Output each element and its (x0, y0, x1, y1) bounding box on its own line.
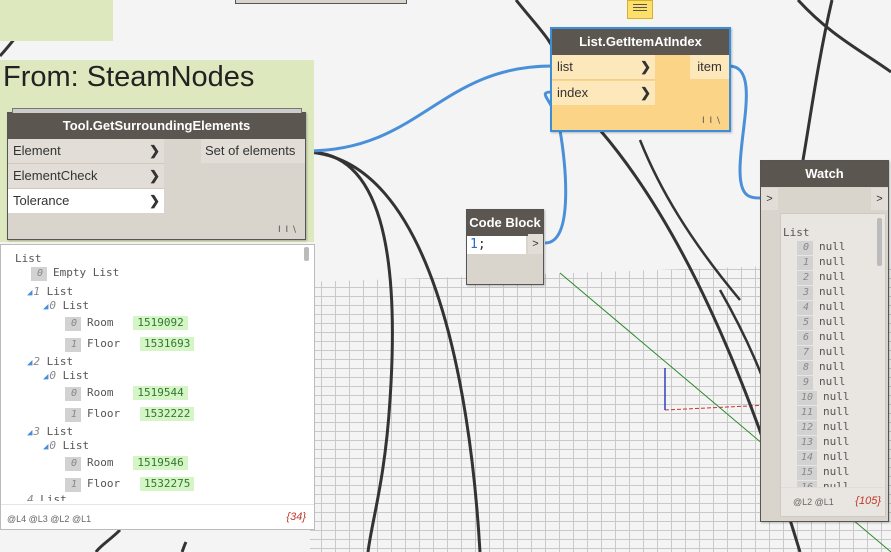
list-item: 1 Floor 1532275 (65, 477, 195, 492)
wire-dark (94, 528, 122, 552)
list-item[interactable]: 4 List (27, 493, 67, 501)
list-levels[interactable]: @L2 @L1 (793, 497, 834, 507)
preview-root-label: List (15, 252, 42, 265)
note-icon[interactable] (627, 0, 653, 19)
list-item: 0 Room 1519544 (65, 386, 188, 401)
list-item: 0 Room 1519546 (65, 456, 188, 471)
chevron-right-icon: ❯ (149, 143, 160, 158)
list-item[interactable]: ◢0 List (43, 439, 89, 453)
wire-dark (180, 541, 188, 552)
list-item: 13 null (797, 435, 850, 450)
preview-bubble-surrounding[interactable]: List 0 Empty List ◢1 List ◢0 List 0 Room 1… (0, 244, 315, 530)
chevron-right-icon: ❯ (149, 193, 160, 208)
list-item: 1 Floor 1531693 (65, 337, 195, 352)
input-port-elementcheck[interactable]: ElementCheck ❯ (8, 164, 164, 189)
expand-triangle-icon: ◢ (27, 358, 33, 368)
item-count: {105} (855, 495, 881, 507)
list-item: 0 Empty List (31, 266, 119, 281)
list-item: 6 null (797, 330, 846, 345)
node-title: Code Block (467, 210, 543, 236)
node-fragment-top (235, 0, 407, 4)
node-title: List.GetItemAtIndex (552, 29, 729, 55)
watch-preview[interactable]: List 0 null 1 null 2 null 3 null 4 null 5 null 6 null… (780, 213, 886, 517)
list-item: 7 null (797, 345, 846, 360)
expand-triangle-icon: ◢ (43, 302, 49, 312)
list-item: 15 null (797, 465, 850, 480)
input-port-list[interactable]: list ❯ (552, 55, 655, 80)
list-item: 5 null (797, 315, 846, 330)
group-background-top (0, 0, 113, 41)
list-item: 0 null (797, 240, 846, 255)
node-title: Tool.GetSurroundingElements (8, 113, 305, 139)
list-item: 2 null (797, 270, 846, 285)
wire-dark (801, 0, 834, 161)
chevron-right-icon: ❯ (640, 59, 651, 74)
node-stack-edge (12, 108, 302, 113)
list-item: 10 null (797, 390, 850, 405)
list-item[interactable]: ◢0 List (43, 299, 89, 313)
input-port-index[interactable]: index ❯ (552, 81, 655, 105)
list-item: 8 null (797, 360, 846, 375)
expand-triangle-icon: ◢ (27, 288, 33, 298)
input-port-watch[interactable]: > (761, 188, 778, 210)
input-port-tolerance[interactable]: Tolerance ❯ (8, 189, 164, 213)
list-item: 12 null (797, 420, 850, 435)
node-resize-grip[interactable]: I I \ (278, 225, 297, 235)
graph-canvas[interactable]: From: SteamNodes Tool.GetSurroundingElem… (0, 0, 891, 552)
list-item[interactable]: ◢2 List (27, 355, 73, 369)
list-levels[interactable]: @L4 @L3 @L2 @L1 (7, 514, 91, 524)
preview-footer: @L4 @L3 @L2 @L1 {34} (1, 504, 314, 529)
node-code-block[interactable]: Code Block 1; > (466, 209, 544, 285)
node-title: Watch (761, 161, 888, 187)
scrollbar-thumb[interactable] (304, 247, 309, 261)
output-port-watch[interactable]: > (871, 188, 888, 210)
list-item[interactable]: ◢1 List (27, 285, 73, 299)
wire-elements-to-list (306, 64, 553, 153)
scrollbar-thumb[interactable] (877, 218, 882, 266)
list-item: 3 null (797, 285, 846, 300)
expand-triangle-icon: ◢ (43, 372, 49, 382)
input-port-element[interactable]: Element ❯ (8, 139, 164, 164)
output-port-code[interactable]: > (528, 234, 543, 254)
item-count: {34} (286, 511, 306, 523)
watch-footer: @L2 @L1 {105} (781, 487, 885, 516)
wire-dark (796, 0, 891, 74)
expand-triangle-icon: ◢ (27, 428, 33, 438)
list-item: 9 null (797, 375, 846, 390)
node-get-surrounding-elements[interactable]: Tool.GetSurroundingElements Element ❯ Ele… (7, 108, 306, 240)
chevron-right-icon: ❯ (640, 85, 651, 100)
list-item: 11 null (797, 405, 850, 420)
node-watch[interactable]: Watch > > List 0 null 1 null 2 null 3 null 4 null… (760, 160, 889, 522)
list-item: 14 null (797, 450, 850, 465)
wire-item-to-watch (728, 64, 763, 200)
output-port-item[interactable]: item (690, 55, 729, 79)
list-item[interactable]: ◢0 List (43, 369, 89, 383)
chevron-right-icon: ❯ (149, 168, 160, 183)
list-item: 1 Floor 1532222 (65, 407, 195, 422)
output-port-set-of-elements[interactable]: Set of elements (201, 139, 305, 163)
group-title: From: SteamNodes (3, 61, 255, 93)
list-item[interactable]: ◢3 List (27, 425, 73, 439)
node-resize-grip[interactable]: I I \ (702, 116, 721, 126)
list-item: 1 null (797, 255, 846, 270)
list-item: 0 Room 1519092 (65, 316, 188, 331)
node-get-item-at-index[interactable]: List.GetItemAtIndex list ❯ index ❯ item I … (550, 27, 731, 132)
code-editor[interactable]: 1; (467, 236, 526, 254)
watch-root-label: List (783, 226, 810, 239)
list-item: 4 null (797, 300, 846, 315)
expand-triangle-icon: ◢ (43, 442, 49, 452)
